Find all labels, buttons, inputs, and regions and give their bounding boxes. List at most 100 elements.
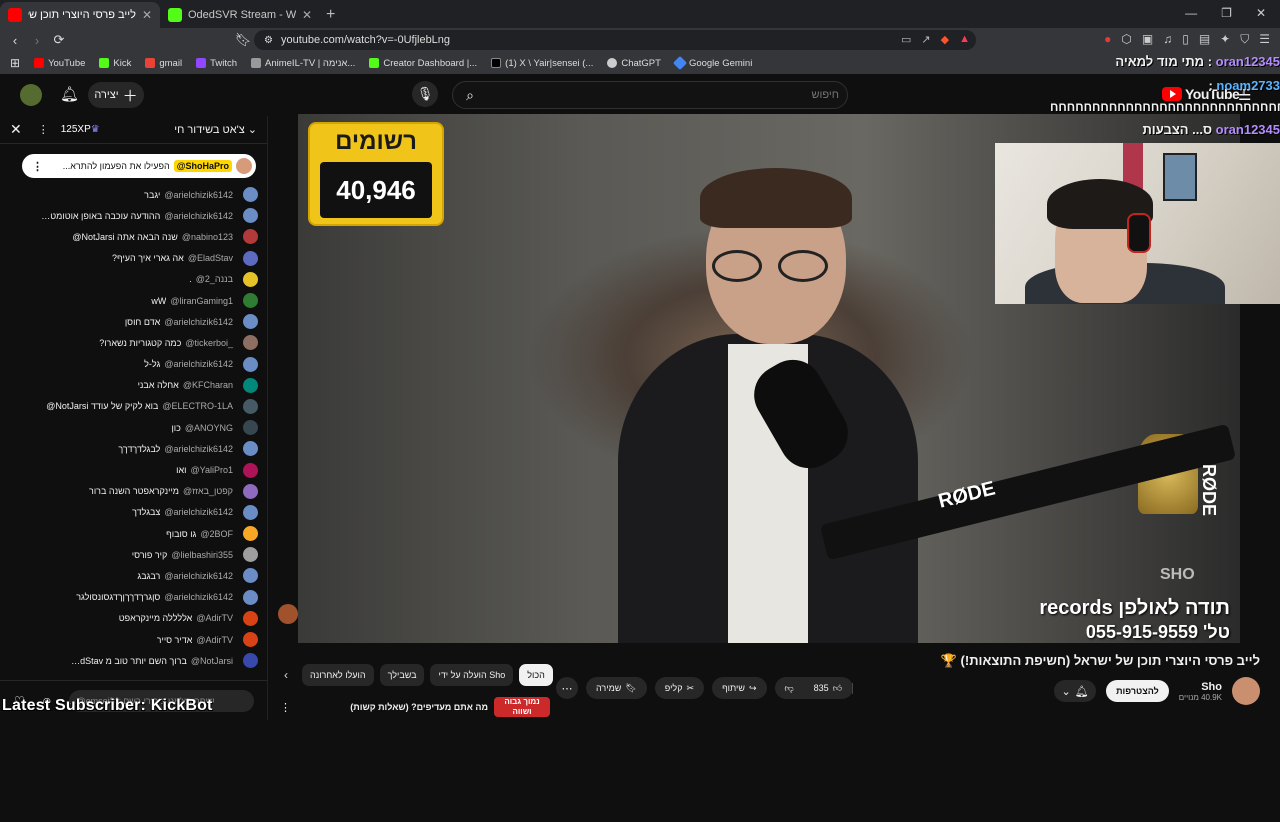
new-tab-button[interactable]: + <box>326 2 335 28</box>
chat-message[interactable]: ברוך השם יותר טוב מ EladStav@ @NotJarsi <box>8 650 258 671</box>
chat-message-author[interactable]: @KFCharan <box>183 380 233 390</box>
chat-message[interactable]: wW @liranGaming1 <box>8 290 258 311</box>
clip-button[interactable]: קליפ ✂ <box>654 677 705 699</box>
guide-menu-icon[interactable]: ☰ <box>1238 86 1251 104</box>
voice-search-icon[interactable]: 🎙︎ <box>412 81 438 107</box>
chat-avatar[interactable] <box>243 377 258 393</box>
bookmark-kick[interactable]: Kick <box>99 58 131 69</box>
forward-icon[interactable]: › <box>26 33 48 48</box>
reload-icon[interactable]: ⟳ <box>48 32 70 48</box>
chat-message-author[interactable]: @arielchizik6142 <box>164 317 233 327</box>
chat-message[interactable]: אללללה מיינקראפט @AdirTV <box>8 608 258 629</box>
chat-message[interactable]: אחלה אבני @KFCharan <box>8 375 258 396</box>
close-window-icon[interactable]: ✕ <box>1256 6 1266 20</box>
bookmark-youtube[interactable]: YouTube <box>34 58 85 69</box>
search-icon[interactable]: ⌕ <box>453 82 487 108</box>
more-actions-icon[interactable]: ⋯ <box>556 677 578 699</box>
chat-message[interactable]: גו סובוף @2BOF <box>8 523 258 544</box>
xp-badge[interactable]: 125XP♛ <box>61 124 100 135</box>
notification-pref-button[interactable]: 🔔︎ ⌄ <box>1054 680 1097 702</box>
chat-message-author[interactable]: @2BOF <box>200 529 233 539</box>
dislike-icon[interactable]: 👎︎ <box>775 683 804 694</box>
bookmark-animeil[interactable]: AnimeIL-TV | אנימה... <box>251 58 355 69</box>
save-button[interactable]: שמירה 🔖︎ <box>586 677 647 699</box>
chat-avatar[interactable] <box>243 610 258 626</box>
chat-message-author[interactable]: @בננה_2 <box>196 274 233 284</box>
chat-message[interactable]: בוא לקיק של עודד NotJarsi@ @ELECTRO-1LA <box>8 396 258 417</box>
chat-message-author[interactable]: @AdirTV <box>196 613 233 623</box>
back-icon[interactable]: ‹ <box>4 33 26 48</box>
chat-avatar[interactable] <box>243 462 258 478</box>
apps-icon[interactable]: ⊞ <box>10 56 20 70</box>
chat-message-author[interactable]: @arielchizik6142 <box>164 507 233 517</box>
close-tab-icon[interactable]: ✕ <box>142 8 152 22</box>
bookmark-gemini[interactable]: Google Gemini <box>672 55 752 71</box>
chat-message-author[interactable]: @ANOYNG <box>185 423 233 433</box>
chat-message-author[interactable]: @arielchizik6142 <box>164 359 233 369</box>
like-button[interactable]: 835 👍︎ <box>804 682 854 694</box>
chat-message-author[interactable]: @arielchizik6142 <box>164 444 233 454</box>
cast-icon[interactable]: ▭ <box>901 33 911 46</box>
extension-icon[interactable]: ⬡ <box>1121 32 1131 47</box>
chat-message[interactable]: אדם חוסן @arielchizik6142 <box>8 311 258 332</box>
chat-message-author[interactable]: @קפטן_באזז <box>183 486 233 496</box>
close-tab-icon[interactable]: ✕ <box>302 8 312 22</box>
chat-message[interactable]: מיינקראפטר השנה ברור @קפטן_באזז <box>8 481 258 502</box>
share-icon[interactable]: ↗ <box>921 33 930 46</box>
tab-youtube[interactable]: לייב פרסי היוצרי תוכן של ישראל ✕ <box>0 2 160 28</box>
chat-message[interactable]: ההודעה עוכבה באופן אוטומטי לבדיקה@arielc… <box>8 205 258 226</box>
chat-message-author[interactable]: @arielchizik6142 <box>164 190 233 200</box>
chat-avatar[interactable] <box>243 208 258 224</box>
chat-message[interactable]: צבגלדך @arielchizik6142 <box>8 502 258 523</box>
chat-avatar[interactable] <box>243 314 258 330</box>
chat-message[interactable]: כון @ANOYNG <box>8 417 258 438</box>
brave-rewards-icon[interactable]: ▲ <box>959 33 970 46</box>
chat-avatar[interactable] <box>243 526 258 542</box>
menu-icon[interactable]: ☰ <box>1259 32 1270 47</box>
chat-message-author[interactable]: @arielchizik6142 <box>164 592 233 602</box>
tab-kick[interactable]: OdedSVR Stream - Watch Live on Kick ✕ <box>160 2 320 28</box>
chat-avatar[interactable] <box>243 187 258 203</box>
chat-avatar[interactable] <box>243 547 258 563</box>
chat-message-author[interactable]: @AdirTV <box>196 635 233 645</box>
chat-avatar[interactable] <box>243 504 258 520</box>
chat-message[interactable]: אדיר סייר @AdirTV <box>8 629 258 650</box>
chat-avatar[interactable] <box>243 356 258 372</box>
chat-message[interactable]: יגבר @arielchizik6142 <box>8 184 258 205</box>
chat-message[interactable]: רבגבג @arielchizik6142 <box>8 565 258 586</box>
recommended-video[interactable]: ⋮ מה אתם מעדיפים? (שאלות קשות) נמוך גבוה… <box>280 695 550 719</box>
chat-scrollbar[interactable] <box>1268 242 1274 822</box>
chat-message-author[interactable]: @NotJarsi <box>191 656 233 666</box>
chat-message-author[interactable]: @ELECTRO-1LA <box>162 401 233 411</box>
chat-message[interactable]: קיר פורסי @lielbashiri355 <box>8 544 258 565</box>
close-chat-icon[interactable]: ✕ <box>10 121 22 138</box>
chat-avatar[interactable] <box>243 229 258 245</box>
bookmark-icon[interactable]: 🔖︎ <box>232 32 254 48</box>
sidebar-icon[interactable]: ▯ <box>1182 32 1189 47</box>
chat-message[interactable]: כמה קטגוריות נשארו? @tickerboi_ <box>8 332 258 353</box>
chat-message[interactable]: שנה הבאה אתה NotJarsi@ @nabino123 <box>8 226 258 247</box>
chat-message[interactable]: . @בננה_2 <box>8 269 258 290</box>
chat-message-author[interactable]: @arielchizik6142 <box>164 211 233 221</box>
extension-icon[interactable]: ▣ <box>1142 32 1153 47</box>
bookmark-x[interactable]: (1) X \ Yair|sensei (... <box>491 58 593 69</box>
chat-more-icon[interactable]: ⋮ <box>38 123 49 136</box>
chat-avatar[interactable] <box>243 271 258 287</box>
minimize-icon[interactable]: — <box>1185 6 1197 20</box>
pinned-more-icon[interactable]: ⋮ <box>32 160 43 173</box>
chat-avatar[interactable] <box>243 589 258 605</box>
maximize-icon[interactable]: ❐ <box>1221 6 1232 20</box>
create-button[interactable]: יצירה ＋ <box>88 82 144 108</box>
pinned-message[interactable]: ⋮ הפעילו את הפעמון להתרא... @ShoHaPro <box>22 154 256 178</box>
account-avatar[interactable] <box>20 84 42 106</box>
chat-title[interactable]: ⌄ צ'אט בשידור חי <box>174 123 257 136</box>
bookmark-creator-dashboard[interactable]: Creator Dashboard |... <box>369 58 477 69</box>
chat-avatar[interactable] <box>243 420 258 436</box>
youtube-logo[interactable]: YouTube IL <box>1162 86 1247 102</box>
bookmark-twitch[interactable]: Twitch <box>196 58 237 69</box>
chat-message[interactable]: אה גארי איך העיף? @EladStav <box>8 248 258 269</box>
notifications-icon[interactable]: 🔔︎ <box>60 85 79 103</box>
chat-avatar[interactable] <box>243 441 258 457</box>
vpn-icon[interactable]: ⛉ <box>1240 32 1249 47</box>
chat-message-author[interactable]: @YaliPro1 <box>191 465 234 475</box>
